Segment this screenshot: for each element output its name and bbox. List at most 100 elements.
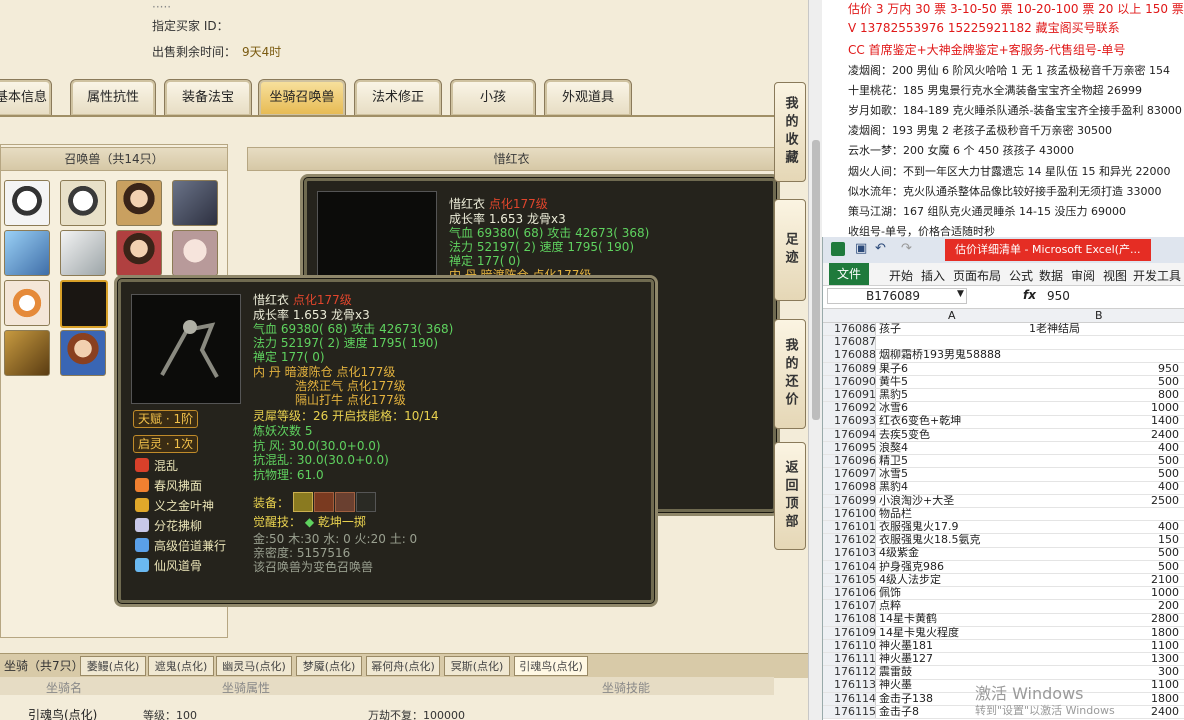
cell-a[interactable]: 烟柳霜桥193男鬼58888: [879, 349, 1029, 361]
sheet-row[interactable]: 176098 黑豹4 400: [823, 480, 1184, 495]
sheet-row[interactable]: 176111 神火墨127 1300: [823, 652, 1184, 667]
pet-thumb-3[interactable]: [116, 180, 162, 226]
cell-b[interactable]: 500: [1029, 546, 1179, 559]
sheet-row[interactable]: 176100 物品栏: [823, 507, 1184, 522]
row-number[interactable]: 176096: [823, 454, 876, 468]
sheet-row[interactable]: 176088 烟柳霜桥193男鬼58888: [823, 348, 1184, 363]
skill-5[interactable]: 高级倍道兼行: [135, 537, 226, 556]
col-header-a[interactable]: A: [948, 309, 956, 322]
sheet-row[interactable]: 176106 佩饰 1000: [823, 586, 1184, 601]
sheet-row[interactable]: 176096 精卫5 500: [823, 454, 1184, 469]
row-number[interactable]: 176110: [823, 639, 876, 653]
cell-b[interactable]: 400: [1029, 520, 1179, 533]
row-number[interactable]: 176086: [823, 323, 876, 336]
cell-a[interactable]: 神火墨181: [879, 640, 1029, 652]
equip-slot-4-icon[interactable]: [356, 492, 376, 512]
cell-b[interactable]: 950: [1029, 362, 1179, 375]
sheet-row[interactable]: 176090 黄牛5 500: [823, 375, 1184, 390]
row-number[interactable]: 176095: [823, 441, 876, 455]
cell-b[interactable]: 1400: [1029, 414, 1179, 427]
row-number[interactable]: 176091: [823, 388, 876, 402]
row-number[interactable]: 176115: [823, 705, 876, 719]
row-number[interactable]: 176088: [823, 348, 876, 362]
row-number[interactable]: 176103: [823, 546, 876, 560]
sheet-row[interactable]: 176097 冰雪5 500: [823, 467, 1184, 482]
sheet-row[interactable]: 176095 浪獒4 400: [823, 441, 1184, 456]
cell-b[interactable]: 2800: [1029, 612, 1179, 625]
sheet-row[interactable]: 176101 衣服强鬼火17.9 400: [823, 520, 1184, 535]
sheet-row[interactable]: 176103 4级紫金 500: [823, 546, 1184, 561]
row-number[interactable]: 176101: [823, 520, 876, 534]
mount-tab-3[interactable]: 幽灵马(点化): [216, 656, 292, 676]
save-icon[interactable]: ▣: [855, 241, 867, 256]
cell-a[interactable]: 衣服强鬼火17.9: [879, 521, 1029, 533]
cell-b[interactable]: 1800: [1029, 626, 1179, 639]
sheet-row[interactable]: 176104 护身强克986 500: [823, 560, 1184, 574]
cell-b[interactable]: 500: [1029, 454, 1179, 467]
row-number[interactable]: 176102: [823, 533, 876, 547]
page-scrollbar[interactable]: [808, 0, 823, 720]
sheet-row[interactable]: 176107 点粹 200: [823, 599, 1184, 614]
cell-b[interactable]: 1100: [1029, 639, 1179, 652]
cell-a[interactable]: 黑豹4: [879, 481, 1029, 493]
ribbon-tab-developer[interactable]: 开发工具: [1133, 267, 1181, 284]
sheet-row[interactable]: 176099 小浪淘沙+大圣 2500: [823, 494, 1184, 508]
pet-thumb-2[interactable]: [60, 180, 106, 226]
sheet-row[interactable]: 176091 黑豹5 800: [823, 388, 1184, 403]
row-number[interactable]: 176114: [823, 692, 876, 705]
row-number[interactable]: 176109: [823, 626, 876, 639]
mount-tab-4[interactable]: 梦魇(点化): [296, 656, 362, 676]
cell-a[interactable]: 冰雪5: [879, 468, 1029, 480]
row-number[interactable]: 176099: [823, 494, 876, 507]
cell-b[interactable]: 300: [1029, 665, 1179, 678]
sheet-row[interactable]: 176110 神火墨181 1100: [823, 639, 1184, 654]
row-number[interactable]: 176090: [823, 375, 876, 389]
tab-appearance[interactable]: 外观道具: [544, 79, 632, 117]
pet-thumb-8[interactable]: [172, 230, 218, 276]
tab-mount-summon[interactable]: 坐骑召唤兽: [258, 79, 346, 117]
tab-attributes[interactable]: 属性抗性: [70, 79, 156, 117]
row-number[interactable]: 176087: [823, 335, 876, 349]
cell-a[interactable]: 14星卡鬼火程度: [879, 627, 1029, 639]
cell-b[interactable]: 1老神结局: [1029, 323, 1179, 335]
cell-b[interactable]: 200: [1029, 599, 1179, 612]
row-number[interactable]: 176106: [823, 586, 876, 600]
skill-3[interactable]: 义之金叶神: [135, 497, 214, 516]
cell-a[interactable]: 物品栏: [879, 508, 1029, 520]
sheet-row[interactable]: 176105 4级人法步定 2100: [823, 573, 1184, 588]
equip-slot-1-icon[interactable]: [293, 492, 313, 512]
row-number[interactable]: 176112: [823, 665, 876, 679]
pet-thumb-7[interactable]: [116, 230, 162, 276]
skill-2[interactable]: 春风拂面: [135, 477, 202, 496]
cell-a[interactable]: 黑豹5: [879, 389, 1029, 401]
row-number[interactable]: 176100: [823, 507, 876, 521]
cell-a[interactable]: 14星卡黄鹤: [879, 613, 1029, 625]
cell-a[interactable]: 红衣6变色+乾坤: [879, 415, 1029, 427]
row-number[interactable]: 176108: [823, 612, 876, 626]
cell-b[interactable]: 2400: [1029, 428, 1179, 441]
row-number[interactable]: 176097: [823, 467, 876, 481]
cell-b[interactable]: 800: [1029, 388, 1179, 401]
row-number[interactable]: 176111: [823, 652, 876, 666]
tab-basic-info[interactable]: 基本信息: [0, 79, 52, 117]
tab-equipment[interactable]: 装备法宝: [164, 79, 252, 117]
row-number[interactable]: 176113: [823, 678, 876, 692]
cell-a[interactable]: 去疾5变色: [879, 429, 1029, 441]
skill-4[interactable]: 分花拂柳: [135, 517, 202, 536]
ribbon-tab-data[interactable]: 数据: [1039, 267, 1063, 284]
ribbon-tab-review[interactable]: 审阅: [1071, 267, 1095, 284]
cell-b[interactable]: 500: [1029, 467, 1179, 480]
mount-tab-1[interactable]: 萎鳗(点化): [80, 656, 146, 676]
cell-b[interactable]: 400: [1029, 480, 1179, 493]
row-number[interactable]: 176092: [823, 401, 876, 415]
cell-a[interactable]: 点粹: [879, 600, 1029, 612]
undo-icon[interactable]: ↶: [875, 241, 886, 256]
sheet-row[interactable]: 176089 果子6 950: [823, 362, 1184, 376]
row-number[interactable]: 176104: [823, 560, 876, 573]
pet-thumb-10-selected[interactable]: [60, 280, 108, 328]
cell-b[interactable]: 500: [1029, 560, 1179, 573]
sheet-row[interactable]: 176112 震雷鼓 300: [823, 665, 1184, 680]
cell-b[interactable]: 1300: [1029, 652, 1179, 665]
row-number[interactable]: 176089: [823, 362, 876, 375]
cell-a[interactable]: 小浪淘沙+大圣: [879, 495, 1029, 507]
